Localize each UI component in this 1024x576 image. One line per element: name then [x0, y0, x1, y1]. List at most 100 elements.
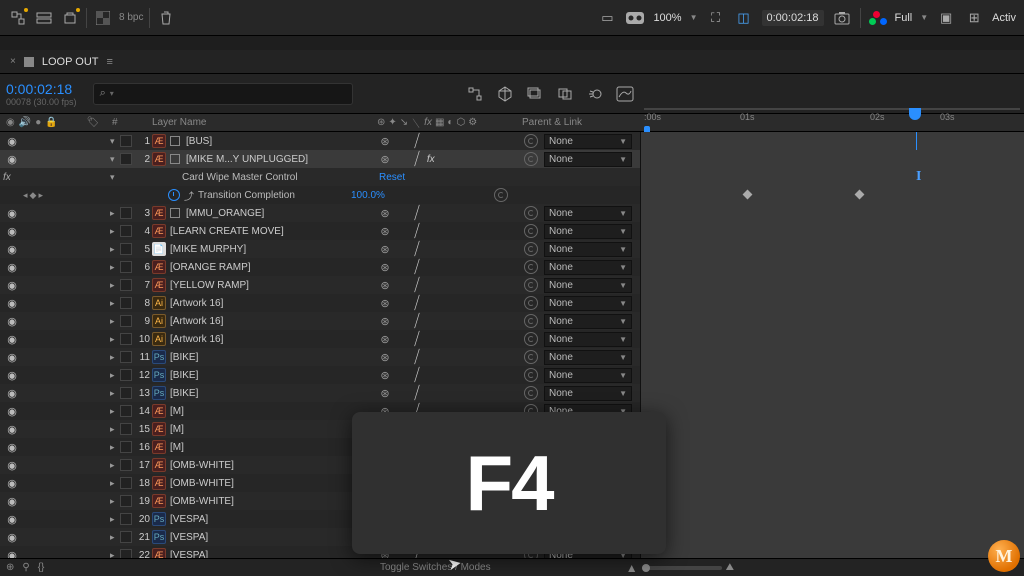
shy-checkbox[interactable] — [120, 243, 132, 255]
switches-column-header[interactable]: ⊛✦↘＼fx▦◐⬡⚙ — [377, 115, 522, 130]
layer-timeline-track[interactable] — [640, 258, 1024, 276]
parent-dropdown[interactable]: None▼ — [544, 278, 632, 293]
fit-icon[interactable]: ⛶ — [706, 8, 726, 28]
twirl-icon[interactable]: ▸ — [110, 298, 118, 309]
view-options-icon[interactable]: ⊞ — [964, 8, 984, 28]
shy-checkbox[interactable] — [120, 225, 132, 237]
shy-switch-icon[interactable]: ⊛ — [379, 135, 391, 148]
shy-switch-icon[interactable]: ⊛ — [379, 225, 391, 238]
layer-timeline-track[interactable] — [640, 204, 1024, 222]
layer-name-label[interactable]: [YELLOW RAMP] — [170, 280, 249, 291]
layer-name-label[interactable]: [OMB-WHITE] — [170, 460, 234, 471]
timeline-zoom-slider[interactable]: ▲ ⛰ — [626, 561, 734, 575]
parent-dropdown[interactable]: None▼ — [544, 224, 632, 239]
transparency-grid-icon[interactable]: ◫ — [734, 8, 754, 28]
layer-name-label[interactable]: [MIKE M...Y UNPLUGGED] — [186, 154, 308, 165]
project-bin-icon[interactable] — [60, 8, 80, 28]
shy-checkbox[interactable] — [120, 207, 132, 219]
video-eye-icon[interactable]: ◉ — [6, 405, 18, 417]
parent-dropdown[interactable]: None▼ — [544, 134, 632, 149]
layer-row[interactable]: ◉▾2Æ[MIKE M...Y UNPLUGGED]⊛╱fxNone▼ — [0, 150, 1024, 168]
twirl-icon[interactable]: ▸ — [110, 442, 118, 453]
flowchart-icon[interactable] — [8, 8, 28, 28]
video-eye-icon[interactable]: ◉ — [6, 387, 18, 399]
collapse-switch-icon[interactable]: ╱ — [415, 349, 420, 365]
video-eye-icon[interactable]: ◉ — [6, 153, 18, 165]
video-eye-icon[interactable]: ◉ — [6, 423, 18, 435]
layer-name-label[interactable]: [M] — [170, 424, 184, 435]
pickwhip-icon[interactable] — [524, 332, 538, 346]
name-column-header[interactable]: Layer Name — [152, 117, 377, 128]
twirl-icon[interactable]: ▸ — [110, 496, 118, 507]
parent-dropdown[interactable]: None▼ — [544, 242, 632, 257]
layer-row[interactable]: ◉▸6Æ[ORANGE RAMP]⊛╱None▼ — [0, 258, 1024, 276]
toggle-modes-icon[interactable]: ⚲ — [22, 562, 29, 573]
graph-editor-icon[interactable] — [616, 85, 634, 103]
layer-name-label[interactable]: [VESPA] — [170, 514, 208, 525]
layer-row[interactable]: ◉▸5📄[MIKE MURPHY]⊛╱None▼ — [0, 240, 1024, 258]
zoom-dropdown-chevron[interactable]: ▼ — [690, 13, 698, 22]
twirl-icon[interactable]: ▸ — [110, 532, 118, 543]
current-timecode[interactable]: 0:00:02:18 — [6, 81, 77, 97]
twirl-icon[interactable]: ▸ — [110, 226, 118, 237]
effect-name-label[interactable]: Card Wipe Master Control — [182, 172, 298, 183]
twirl-icon[interactable]: ▸ — [110, 460, 118, 471]
layer-timeline-track[interactable] — [640, 456, 1024, 474]
parent-dropdown[interactable]: None▼ — [544, 368, 632, 383]
shy-checkbox[interactable] — [120, 513, 132, 525]
collapse-switch-icon[interactable]: ╱ — [415, 277, 420, 293]
tab-menu-icon[interactable]: ≡ — [107, 56, 113, 68]
pickwhip-icon[interactable] — [524, 134, 538, 148]
pickwhip-icon[interactable] — [524, 368, 538, 382]
twirl-icon[interactable]: ▸ — [110, 388, 118, 399]
toggle-switches-icon[interactable]: ⊕ — [6, 562, 14, 573]
draft-3d-icon[interactable] — [496, 85, 514, 103]
twirl-icon[interactable]: ▸ — [110, 424, 118, 435]
parent-column-header[interactable]: Parent & Link — [522, 117, 632, 128]
solo-column-icon[interactable]: ● — [35, 117, 41, 128]
video-eye-icon[interactable]: ◉ — [6, 315, 18, 327]
twirl-icon[interactable]: ▾ — [110, 154, 118, 165]
shy-checkbox[interactable] — [120, 261, 132, 273]
collapse-switch-icon[interactable]: ╱ — [415, 385, 420, 401]
layer-name-label[interactable]: [ORANGE RAMP] — [170, 262, 251, 273]
pickwhip-icon[interactable] — [524, 224, 538, 238]
pickwhip-icon[interactable] — [524, 206, 538, 220]
parent-dropdown[interactable]: None▼ — [544, 386, 632, 401]
pickwhip-icon[interactable] — [524, 242, 538, 256]
video-eye-icon[interactable]: ◉ — [6, 531, 18, 543]
pickwhip-icon[interactable] — [524, 386, 538, 400]
video-eye-icon[interactable]: ◉ — [6, 261, 18, 273]
layer-timeline-track[interactable] — [640, 150, 1024, 168]
shy-checkbox[interactable] — [120, 333, 132, 345]
layer-row[interactable]: ◉▸12Ps[BIKE]⊛╱None▼ — [0, 366, 1024, 384]
shy-switch-icon[interactable]: ⊛ — [379, 387, 391, 400]
twirl-icon[interactable]: ▸ — [110, 406, 118, 417]
shy-checkbox[interactable] — [120, 351, 132, 363]
video-eye-icon[interactable]: ◉ — [6, 351, 18, 363]
layer-row[interactable]: ◉▾1Æ[BUS]⊛╱None▼ — [0, 132, 1024, 150]
twirl-icon[interactable]: ▸ — [110, 352, 118, 363]
video-eye-icon[interactable]: ◉ — [6, 369, 18, 381]
video-eye-icon[interactable]: ◉ — [6, 279, 18, 291]
playhead-indicator[interactable] — [909, 108, 921, 120]
property-track[interactable] — [640, 186, 1024, 204]
tab-close-icon[interactable]: × — [10, 56, 16, 67]
layer-name-label[interactable]: [VESPA] — [170, 532, 208, 543]
parent-dropdown[interactable]: None▼ — [544, 314, 632, 329]
shy-checkbox[interactable] — [120, 477, 132, 489]
shy-switch-icon[interactable]: ⊛ — [379, 369, 391, 382]
layer-timeline-track[interactable] — [640, 492, 1024, 510]
layer-row[interactable]: ◉▸4Æ[LEARN CREATE MOVE]⊛╱None▼ — [0, 222, 1024, 240]
snapshot-icon[interactable] — [832, 8, 852, 28]
parent-dropdown[interactable]: None▼ — [544, 332, 632, 347]
collapse-switch-icon[interactable]: ╱ — [415, 295, 420, 311]
layer-name-label[interactable]: [M] — [170, 442, 184, 453]
collapse-switch-icon[interactable]: ╱ — [415, 205, 420, 221]
parent-dropdown[interactable]: None▼ — [544, 260, 632, 275]
collapse-switch-icon[interactable]: ╱ — [415, 367, 420, 383]
shy-checkbox[interactable] — [120, 441, 132, 453]
video-eye-icon[interactable]: ◉ — [6, 495, 18, 507]
layer-timeline-track[interactable] — [640, 402, 1024, 420]
expand-props-icon[interactable]: {} — [38, 562, 45, 573]
